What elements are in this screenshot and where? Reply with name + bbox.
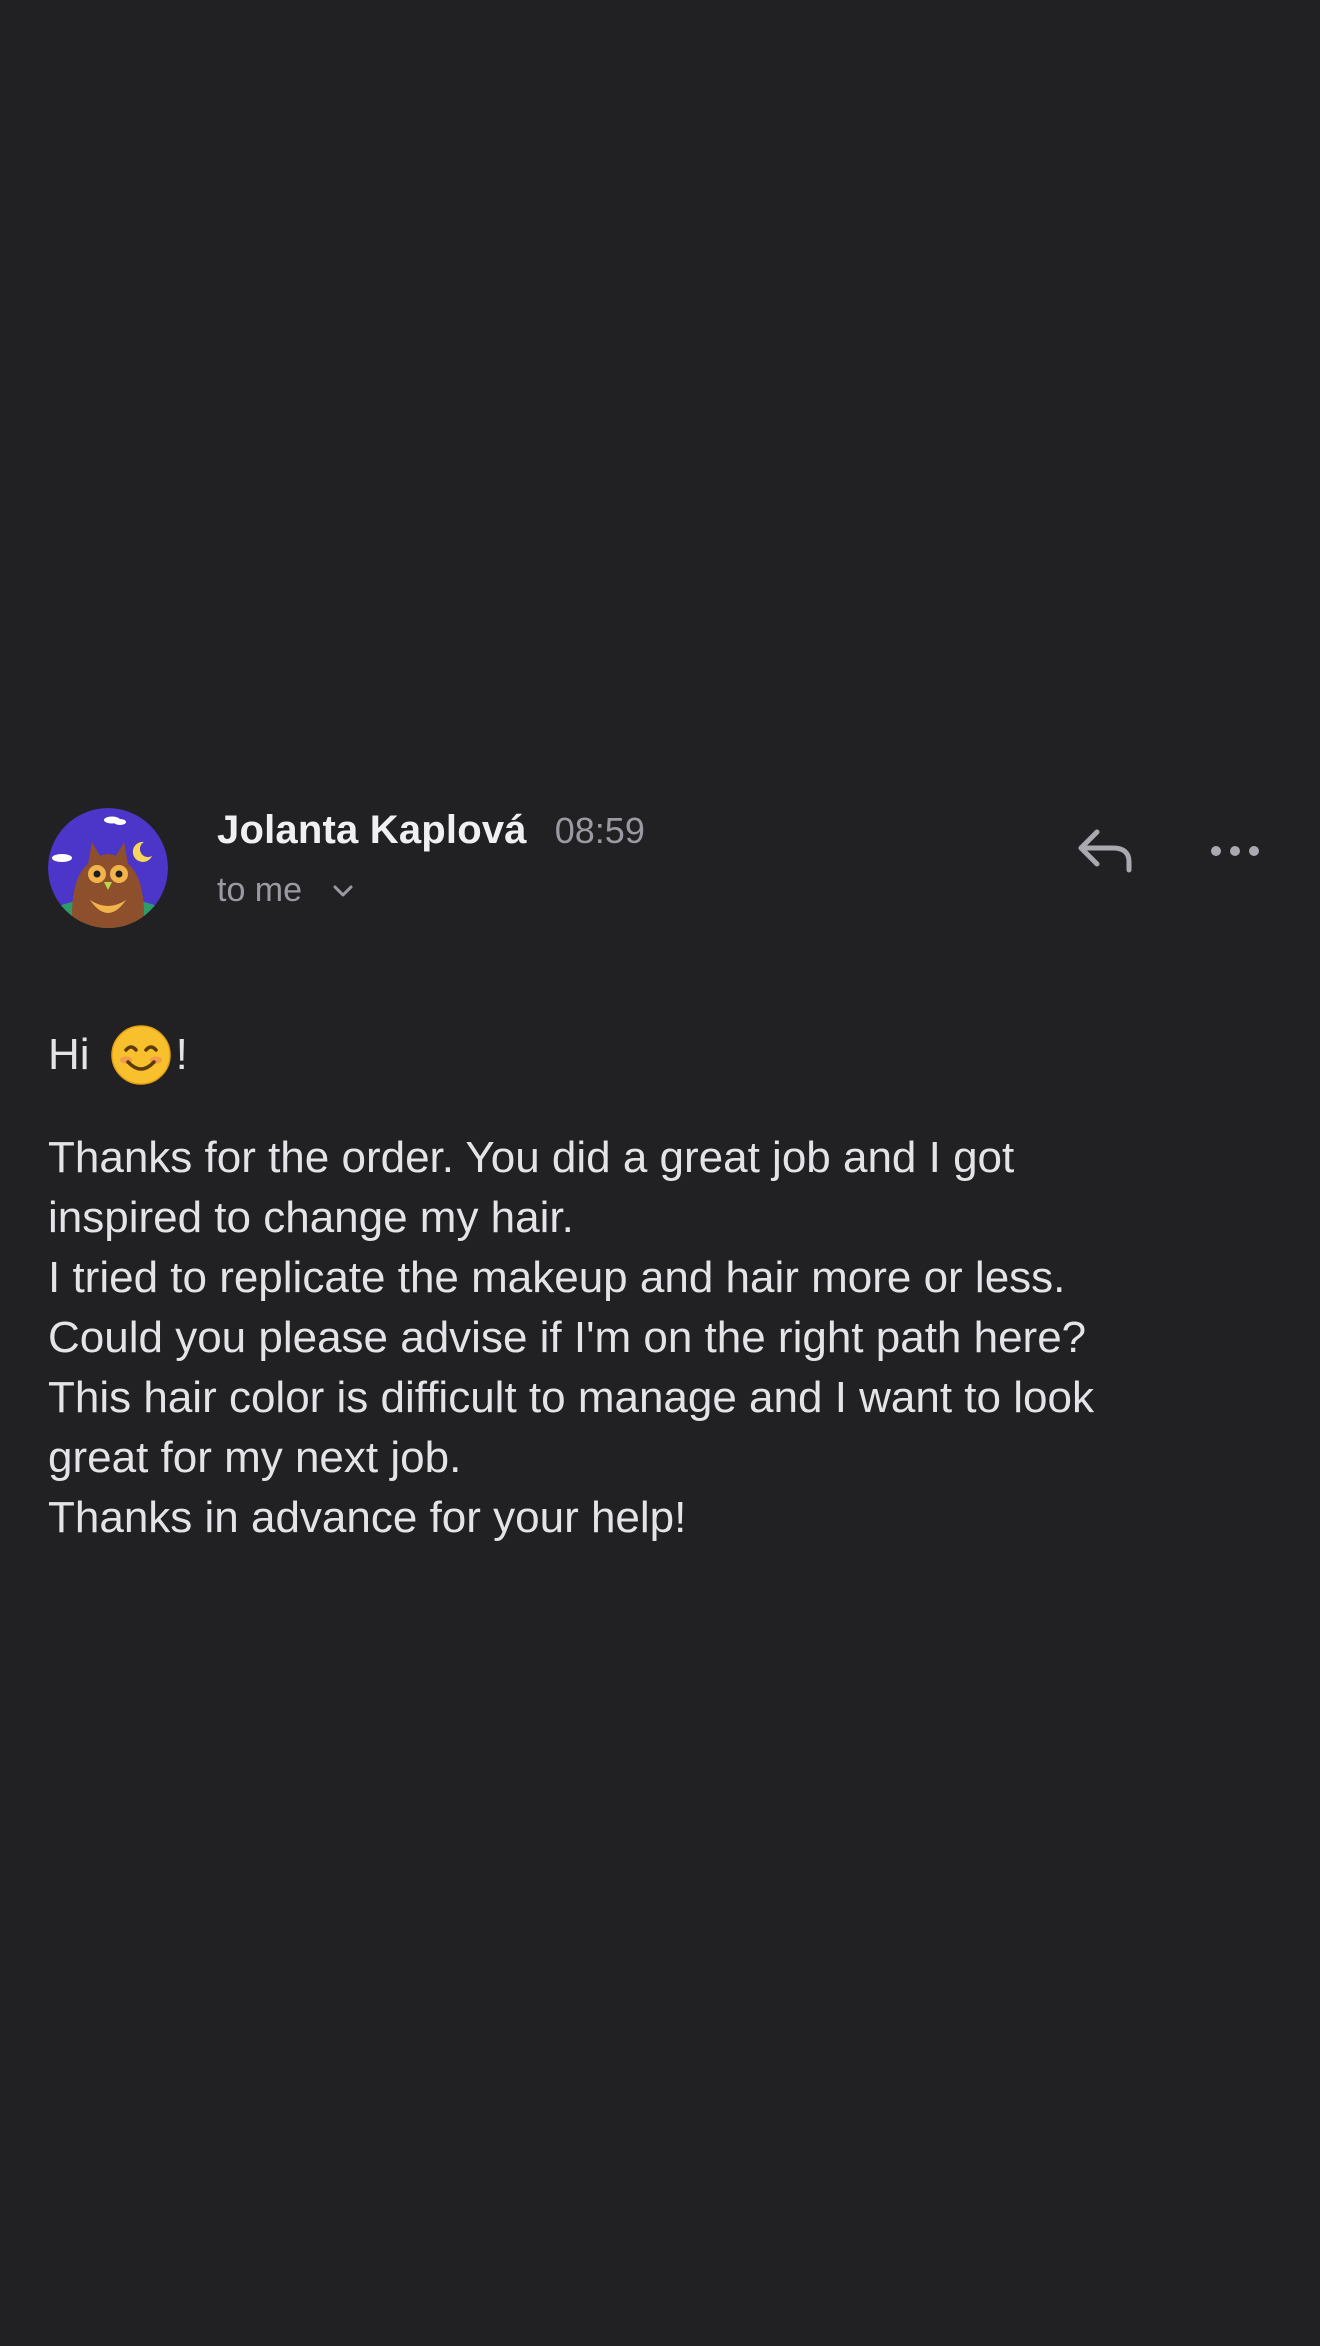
body-line: Thanks for the order. You did a great jo…: [48, 1133, 1015, 1182]
sender-line: Jolanta Kaplová 08:59: [217, 808, 645, 853]
greeting-line: Hi !: [48, 1022, 1288, 1088]
message-header: Jolanta Kaplová 08:59 to me: [0, 800, 1320, 940]
recipient-details-toggle[interactable]: to me: [217, 871, 645, 910]
body-line: Thanks in advance for your help!: [48, 1493, 687, 1542]
recipient-label: to me: [217, 871, 303, 909]
body-line: I tried to replicate the makeup and hair…: [48, 1253, 1066, 1302]
greeting-text: Hi: [48, 1030, 90, 1079]
sender-block: Jolanta Kaplová 08:59 to me: [217, 808, 645, 910]
body-line: Could you please advise if I'm on the ri…: [48, 1313, 1087, 1362]
body-line: This hair color is difficult to manage a…: [48, 1373, 1094, 1422]
body-line: inspired to change my hair.: [48, 1193, 574, 1242]
body-line: great for my next job.: [48, 1433, 462, 1482]
message-time: 08:59: [554, 810, 645, 851]
greeting-exclamation: !: [175, 1030, 188, 1079]
owl-avatar-icon[interactable]: [48, 808, 168, 928]
smiling-face-emoji: [110, 1024, 172, 1086]
reply-button[interactable]: [1070, 818, 1140, 888]
message-body: Hi ! Thanks for the order. You did a gre…: [48, 1022, 1288, 1548]
reply-icon: [1075, 826, 1135, 881]
chevron-down-icon[interactable]: [332, 884, 354, 898]
more-horizontal-icon: [1209, 844, 1261, 863]
more-options-button[interactable]: [1200, 818, 1270, 888]
sender-name[interactable]: Jolanta Kaplová: [217, 808, 527, 853]
